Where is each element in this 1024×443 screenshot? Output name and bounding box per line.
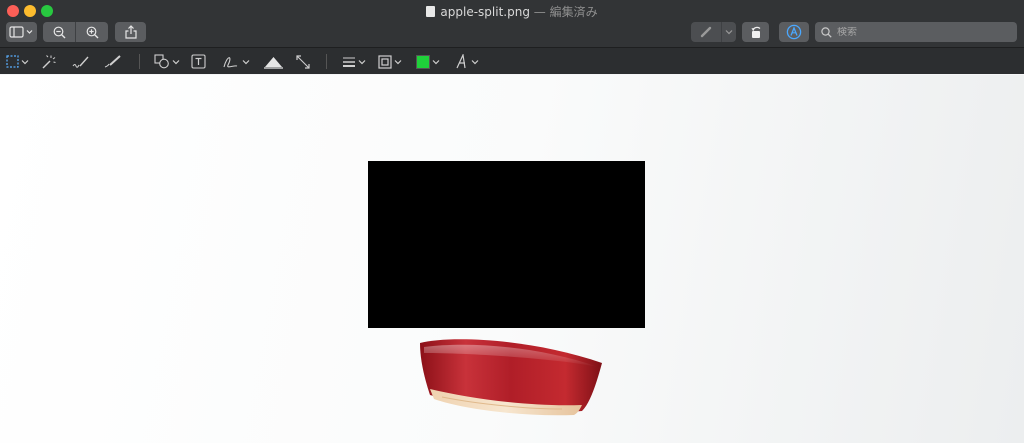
chevron-down-icon <box>242 59 250 64</box>
title-bar: apple-split.png — 編集済み <box>0 0 1024 47</box>
adjust-color-icon <box>264 56 283 69</box>
markup-pen-icon <box>786 24 802 40</box>
search-input[interactable] <box>837 26 1007 38</box>
adjust-size-tool[interactable] <box>296 53 310 70</box>
search-icon <box>821 26 832 38</box>
highlighter-icon <box>700 26 712 38</box>
chevron-down-icon <box>21 59 29 64</box>
adjust-size-icon <box>296 54 310 69</box>
signature-icon <box>223 56 238 67</box>
preview-window: apple-split.png — 編集済み <box>0 0 1024 443</box>
edited-status: — 編集済み <box>529 5 598 19</box>
sketch-tool[interactable] <box>72 53 90 70</box>
instant-alpha-tool[interactable] <box>40 53 56 70</box>
text-tool[interactable] <box>191 53 206 70</box>
selection-tool[interactable] <box>6 53 29 70</box>
sign-tool[interactable] <box>222 53 250 70</box>
line-style-icon <box>343 57 355 67</box>
zoom-control <box>43 22 108 42</box>
border-color-icon <box>378 54 392 69</box>
highlight-control <box>691 22 736 42</box>
fill-color-tool[interactable] <box>416 53 440 70</box>
toolbar-separator <box>326 54 327 69</box>
chevron-down-icon <box>172 59 180 64</box>
text-style-icon <box>456 54 466 69</box>
chevron-down-icon <box>358 59 366 64</box>
markup-toolbar <box>0 47 1024 74</box>
image-canvas[interactable] <box>0 75 1024 443</box>
rotate-left-icon <box>751 26 760 38</box>
apple-slice-image <box>420 339 602 416</box>
shapes-tool[interactable] <box>154 53 180 70</box>
text-box-icon <box>191 54 206 69</box>
border-color-tool[interactable] <box>378 53 402 70</box>
magic-wand-icon <box>42 54 56 68</box>
chevron-down-icon <box>432 59 440 64</box>
draw-tool[interactable] <box>104 53 122 70</box>
highlight-menu-button[interactable] <box>722 22 736 42</box>
window-filename: apple-split.png <box>440 5 530 19</box>
sketch-pen-icon <box>72 56 89 68</box>
zoom-in-icon <box>86 26 98 38</box>
sidebar-toggle-button[interactable] <box>6 22 37 42</box>
highlight-button[interactable] <box>691 22 721 42</box>
shapes-icon <box>154 54 169 69</box>
redaction-rectangle[interactable] <box>368 161 645 328</box>
rotate-button[interactable] <box>742 22 769 42</box>
chevron-down-icon <box>394 59 402 64</box>
rectangular-selection-icon <box>6 55 19 68</box>
adjust-color-tool[interactable] <box>264 53 283 70</box>
window-title: apple-split.png — 編集済み <box>0 3 1024 20</box>
text-style-tool[interactable] <box>455 53 479 70</box>
share-icon <box>124 25 137 39</box>
zoom-in-button[interactable] <box>76 22 108 42</box>
chevron-down-icon <box>471 59 479 64</box>
draw-pen-icon <box>104 54 121 67</box>
shape-style-tool[interactable] <box>342 53 366 70</box>
share-button[interactable] <box>115 22 146 42</box>
fill-color-swatch-icon <box>416 54 430 69</box>
markup-toolbar-button[interactable] <box>779 22 809 42</box>
toolbar-separator <box>139 54 140 69</box>
zoom-out-icon <box>53 26 65 38</box>
search-field[interactable] <box>815 22 1017 42</box>
sidebar-icon <box>9 26 33 38</box>
zoom-out-button[interactable] <box>43 22 75 42</box>
document-icon <box>426 6 436 17</box>
chevron-down-icon <box>725 30 733 35</box>
